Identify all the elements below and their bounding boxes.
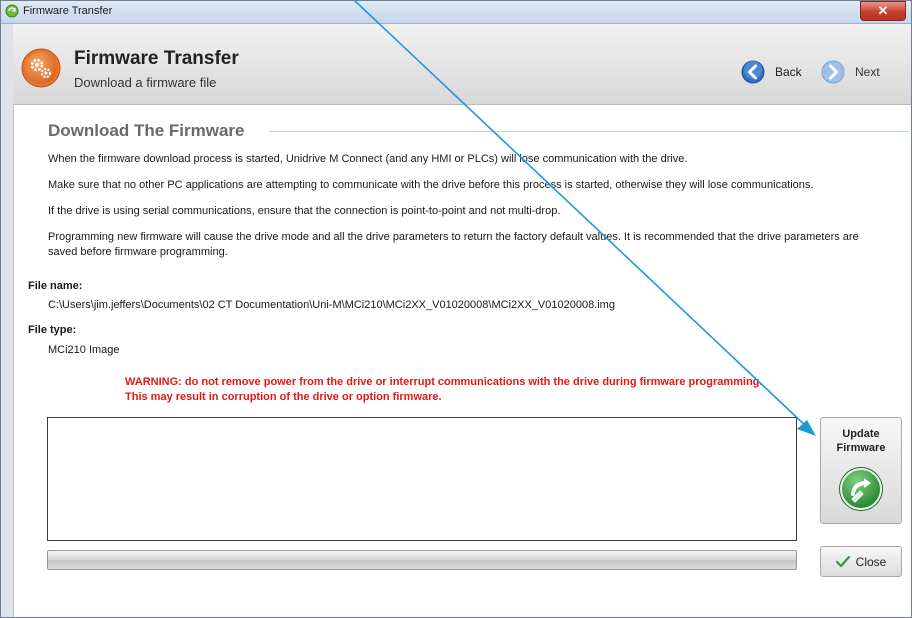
- update-firmware-button[interactable]: Update Firmware: [820, 417, 902, 524]
- firmware-transfer-window: Firmware Transfer ✕ Firmware Transfer Do…: [0, 0, 912, 618]
- next-label: Next: [855, 65, 880, 79]
- page-subtitle: Download a firmware file: [74, 75, 217, 90]
- page-title: Firmware Transfer: [74, 48, 239, 69]
- next-arrow-icon: [821, 60, 845, 84]
- info-paragraph-4: Programming new firmware will cause the …: [48, 231, 859, 258]
- update-firmware-label: Update Firmware: [821, 427, 901, 455]
- update-label-line1: Update: [842, 428, 880, 440]
- file-name-value: C:\Users\jim.jeffers\Documents\02 CT Doc…: [48, 299, 615, 311]
- update-firmware-icon: [839, 467, 883, 511]
- window-close-button[interactable]: ✕: [860, 1, 906, 21]
- window-title: Firmware Transfer: [23, 5, 113, 17]
- warning-message: WARNING: do not remove power from the dr…: [125, 376, 763, 403]
- title-bar[interactable]: Firmware Transfer ✕: [1, 1, 911, 24]
- page-header: Firmware Transfer Download a firmware fi…: [13, 24, 911, 105]
- transfer-log-textbox[interactable]: [47, 417, 797, 541]
- back-label: Back: [775, 65, 802, 79]
- back-arrow-icon: [741, 60, 765, 84]
- check-icon: [835, 555, 850, 567]
- next-button[interactable]: Next: [821, 60, 880, 84]
- close-icon: ✕: [877, 3, 889, 18]
- left-border-strip: [1, 24, 14, 617]
- back-button[interactable]: Back: [741, 60, 802, 84]
- file-type-value: MCi210 Image: [48, 344, 120, 356]
- close-label: Close: [855, 554, 887, 569]
- gears-icon: [21, 48, 61, 88]
- file-name-label: File name:: [28, 280, 83, 292]
- section-divider: [269, 131, 909, 132]
- info-paragraph-2: Make sure that no other PC applications …: [48, 179, 814, 191]
- info-paragraph-3: If the drive is using serial communicati…: [48, 205, 561, 217]
- section-title: Download The Firmware: [48, 121, 245, 140]
- close-button[interactable]: Close: [820, 546, 902, 577]
- file-type-label: File type:: [28, 324, 77, 336]
- transfer-progress-bar: [47, 550, 797, 570]
- app-icon: [5, 4, 19, 18]
- info-paragraph-1: When the firmware download process is st…: [48, 153, 688, 165]
- update-label-line2: Firmware: [836, 442, 886, 454]
